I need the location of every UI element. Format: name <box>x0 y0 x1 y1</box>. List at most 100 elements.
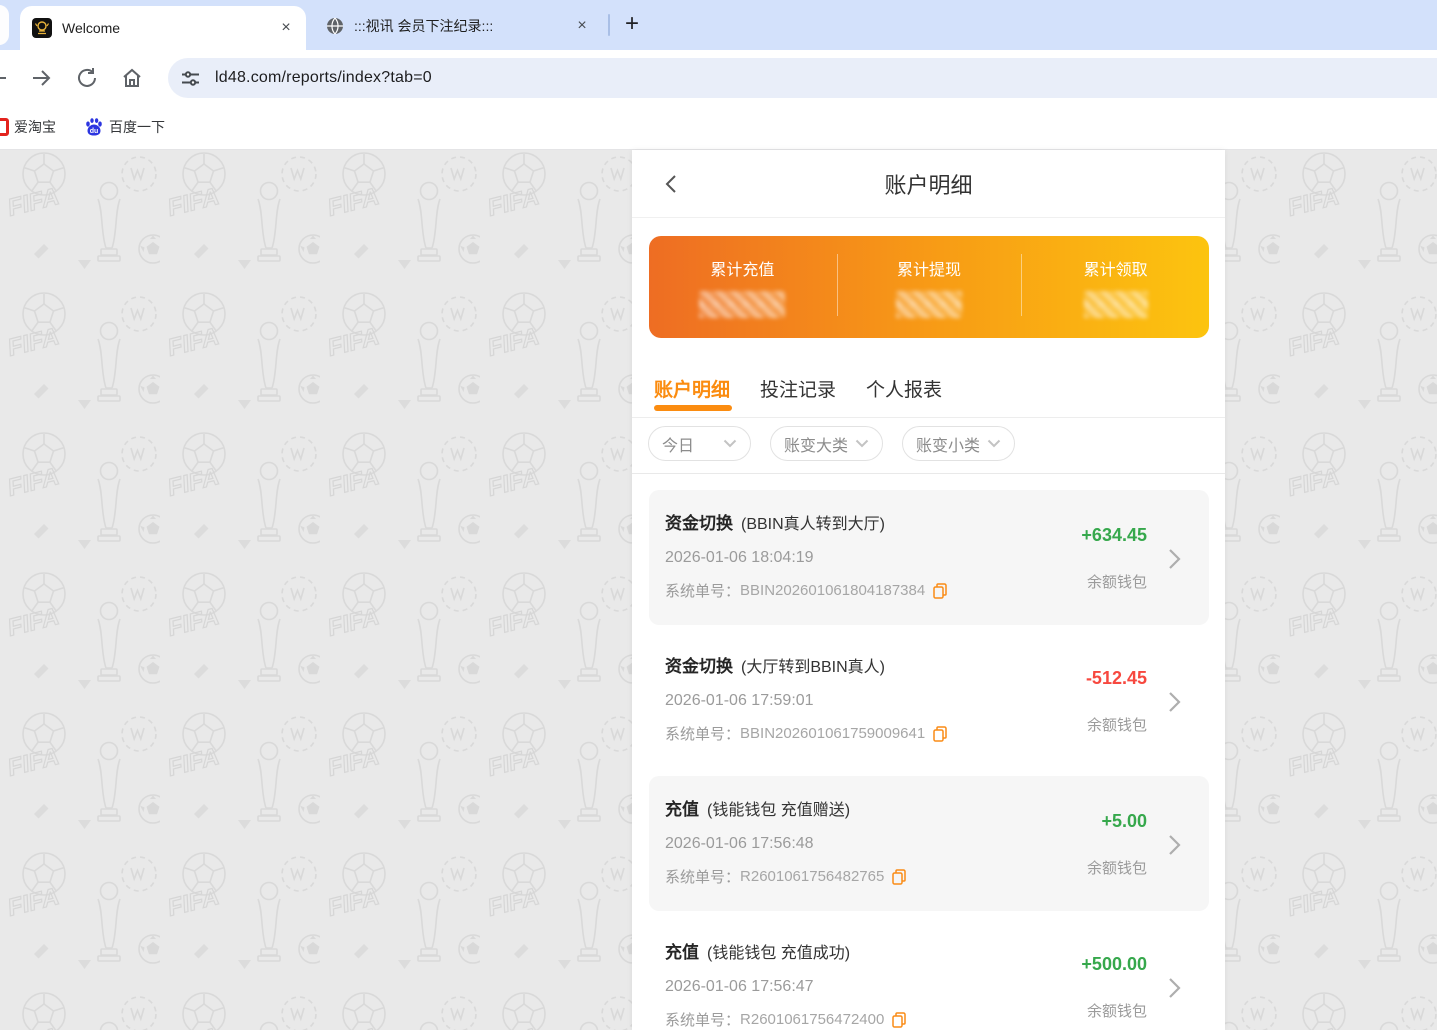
summary-divider <box>1021 254 1022 316</box>
transaction-subtype: (钱能钱包 充值成功) <box>707 945 850 962</box>
transaction-amount: -512.45 <box>1086 668 1147 689</box>
order-number: R2601061756482765 <box>740 868 884 885</box>
copy-icon[interactable] <box>892 869 906 885</box>
globe-icon <box>326 17 344 35</box>
browser-tab-strip: Welcome × :::视讯 会员下注纪录::: × + <box>0 0 1437 50</box>
transaction-type: 充值 <box>665 943 699 962</box>
transaction-right: -512.45 余额钱包 <box>1033 652 1193 751</box>
chevron-right-icon <box>1168 833 1181 857</box>
wallet-label: 余额钱包 <box>1087 857 1147 878</box>
transaction-row[interactable]: 充值 (钱能钱包 充值成功) 2026-01-06 17:56:47 系统单号：R… <box>649 919 1209 1030</box>
chevron-down-icon <box>855 439 869 448</box>
transaction-info: 充值 (钱能钱包 充值赠送) 2026-01-06 17:56:48 系统单号：R… <box>665 795 1033 894</box>
tab-title: :::视讯 会员下注纪录::: <box>354 16 572 36</box>
tab-account-detail[interactable]: 账户明细 <box>654 375 730 417</box>
browser-tab-welcome[interactable]: Welcome × <box>20 6 306 50</box>
svg-text:du: du <box>90 128 99 135</box>
site-settings-icon[interactable] <box>181 69 200 88</box>
transaction-datetime: 2026-01-06 17:56:48 <box>665 835 1033 853</box>
transaction-right: +500.00 余额钱包 <box>1033 938 1193 1030</box>
home-icon[interactable] <box>120 66 144 90</box>
close-icon[interactable]: × <box>276 18 296 38</box>
chevron-down-icon <box>723 439 737 448</box>
aitaobao-icon <box>0 118 9 136</box>
order-number-label: 系统单号： <box>665 580 740 601</box>
tab-personal-report[interactable]: 个人报表 <box>866 375 942 417</box>
app-header: 账户明细 <box>632 150 1225 218</box>
copy-icon[interactable] <box>933 726 947 742</box>
summary-total-deposit: 累计充值 <box>649 236 836 338</box>
order-number: BBIN202601061804187384 <box>740 582 925 599</box>
filter-major-category-select[interactable]: 账变大类 <box>770 426 883 461</box>
transaction-datetime: 2026-01-06 17:59:01 <box>665 692 1033 710</box>
summary-divider <box>837 254 838 316</box>
browser-tab-betting-records[interactable]: :::视讯 会员下注纪录::: × <box>318 8 600 44</box>
transaction-list: 资金切换 (BBIN真人转到大厅) 2026-01-06 18:04:19 系统单… <box>632 474 1225 1030</box>
tab-title: Welcome <box>62 20 276 36</box>
chevron-right-icon <box>1168 547 1181 571</box>
copy-icon[interactable] <box>933 583 947 599</box>
order-number: BBIN202601061759009641 <box>740 725 925 742</box>
url-text[interactable]: ld48.com/reports/index?tab=0 <box>215 69 432 87</box>
chevron-down-icon <box>987 439 1001 448</box>
filter-minor-category-select[interactable]: 账变小类 <box>902 426 1015 461</box>
transaction-subtype: (大厅转到BBIN真人) <box>741 659 885 676</box>
bookmarks-bar: 爱淘宝 du 百度一下 <box>0 105 1437 150</box>
tab-bet-records[interactable]: 投注记录 <box>760 375 836 417</box>
transaction-datetime: 2026-01-06 18:04:19 <box>665 549 1033 567</box>
transaction-row[interactable]: 资金切换 (BBIN真人转到大厅) 2026-01-06 18:04:19 系统单… <box>649 490 1209 625</box>
wallet-label: 余额钱包 <box>1087 571 1147 592</box>
bookmark-baidu[interactable]: du 百度一下 <box>84 105 165 149</box>
site-favicon <box>32 18 52 38</box>
report-tabs: 账户明细 投注记录 个人报表 <box>632 338 1225 418</box>
masked-value <box>896 291 962 318</box>
baidu-icon: du <box>84 117 104 137</box>
chevron-right-icon <box>1168 690 1181 714</box>
transaction-info: 资金切换 (BBIN真人转到大厅) 2026-01-06 18:04:19 系统单… <box>665 509 1033 608</box>
window-edge-sliver <box>0 5 9 45</box>
chevron-right-icon <box>1168 976 1181 1000</box>
tab-separator <box>608 14 610 36</box>
summary-total-withdraw: 累计提现 <box>836 236 1023 338</box>
summary-card: 累计充值 累计提现 累计领取 <box>649 236 1209 338</box>
masked-value <box>1084 291 1148 318</box>
wallet-label: 余额钱包 <box>1087 714 1147 735</box>
browser-toolbar: ld48.com/reports/index?tab=0 <box>0 50 1437 105</box>
filter-date-select[interactable]: 今日 <box>648 426 751 461</box>
transaction-type: 资金切换 <box>665 514 733 533</box>
account-detail-panel: 账户明细 累计充值 累计提现 累计领取 账户明细 投注记录 个人报表 <box>632 150 1225 1030</box>
order-number-label: 系统单号： <box>665 866 740 887</box>
filter-row: 今日 账变大类 账变小类 <box>632 418 1225 474</box>
back-icon[interactable] <box>0 66 10 90</box>
bookmark-aitaobao[interactable]: 爱淘宝 <box>14 105 56 149</box>
close-icon[interactable]: × <box>572 16 592 36</box>
masked-value <box>699 291 785 318</box>
transaction-subtype: (钱能钱包 充值赠送) <box>707 802 850 819</box>
transaction-row[interactable]: 资金切换 (大厅转到BBIN真人) 2026-01-06 17:59:01 系统单… <box>649 633 1209 768</box>
transaction-datetime: 2026-01-06 17:56:47 <box>665 978 1033 996</box>
transaction-info: 资金切换 (大厅转到BBIN真人) 2026-01-06 17:59:01 系统单… <box>665 652 1033 751</box>
order-number: R2601061756472400 <box>740 1011 884 1028</box>
page-background: FIFA <box>0 150 1437 1030</box>
order-number-label: 系统单号： <box>665 1009 740 1030</box>
forward-icon[interactable] <box>29 66 53 90</box>
address-bar[interactable]: ld48.com/reports/index?tab=0 <box>168 58 1437 98</box>
transaction-type: 充值 <box>665 800 699 819</box>
transaction-amount: +500.00 <box>1081 954 1147 975</box>
transaction-right: +5.00 余额钱包 <box>1033 795 1193 894</box>
summary-total-claimed: 累计领取 <box>1022 236 1209 338</box>
transaction-amount: +5.00 <box>1101 811 1147 832</box>
transaction-info: 充值 (钱能钱包 充值成功) 2026-01-06 17:56:47 系统单号：R… <box>665 938 1033 1030</box>
reload-icon[interactable] <box>75 66 99 90</box>
transaction-amount: +634.45 <box>1081 525 1147 546</box>
transaction-type: 资金切换 <box>665 657 733 676</box>
new-tab-button[interactable]: + <box>618 11 646 39</box>
order-number-label: 系统单号： <box>665 723 740 744</box>
transaction-row[interactable]: 充值 (钱能钱包 充值赠送) 2026-01-06 17:56:48 系统单号：R… <box>649 776 1209 911</box>
page-title: 账户明细 <box>884 168 972 200</box>
transaction-right: +634.45 余额钱包 <box>1033 509 1193 608</box>
wallet-label: 余额钱包 <box>1087 1000 1147 1021</box>
transaction-subtype: (BBIN真人转到大厅) <box>741 516 885 533</box>
back-chevron-icon[interactable] <box>660 172 684 196</box>
copy-icon[interactable] <box>892 1012 906 1028</box>
